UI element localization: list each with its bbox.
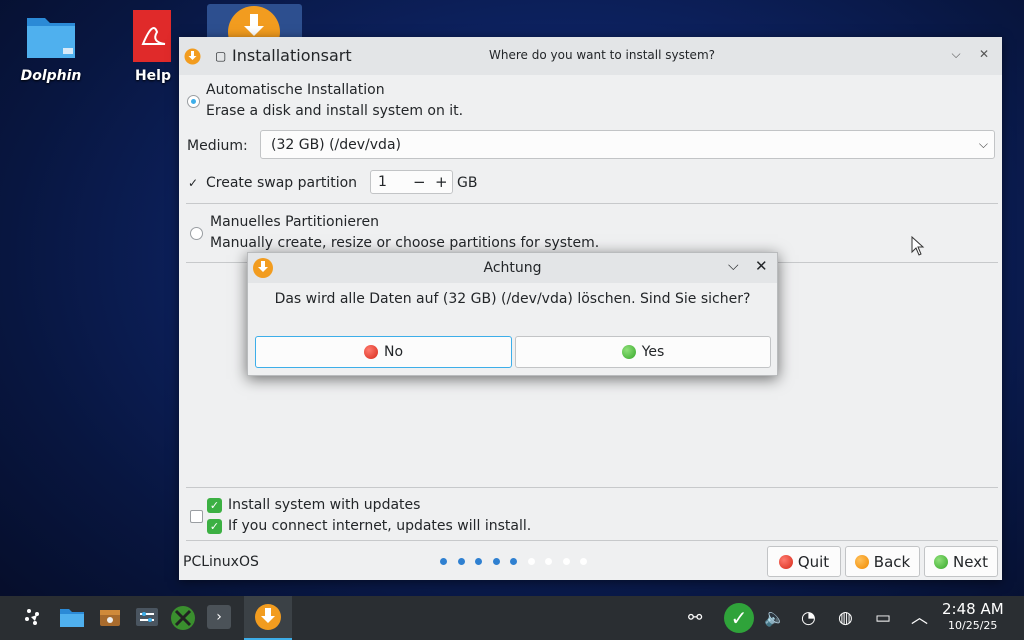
pin-icon[interactable]: ▢	[215, 49, 226, 63]
updates-checkbox[interactable]	[190, 510, 203, 523]
window-titlebar[interactable]: ▢ Installationsart Where do you want to …	[179, 37, 1002, 75]
close-icon[interactable]: ✕	[975, 47, 993, 65]
bluetooth-share-icon[interactable]: ⚯	[688, 608, 702, 628]
chevron-up-icon[interactable]: ︿	[911, 608, 928, 628]
dialog-titlebar[interactable]: Achtung ⌵ ✕	[248, 253, 777, 283]
installer-icon	[228, 6, 280, 37]
minimize-icon[interactable]: ⌵	[728, 258, 739, 274]
no-button[interactable]: No	[255, 336, 512, 368]
installer-icon	[255, 604, 281, 630]
updates-line2: If you connect internet, updates will in…	[228, 518, 532, 534]
red-ball-icon	[363, 345, 378, 359]
file-manager-icon[interactable]	[59, 605, 85, 631]
next-button[interactable]: Next	[924, 546, 998, 577]
yes-button[interactable]: Yes	[515, 336, 771, 368]
dialog-title: Achtung	[483, 260, 542, 276]
display-icon[interactable]: ▭	[875, 608, 891, 628]
manual-partition-radio[interactable]	[190, 227, 203, 240]
next-label: Next	[953, 552, 988, 571]
back-label: Back	[873, 552, 911, 571]
step-dot	[510, 558, 517, 565]
manual-partition-label: Manuelles Partitionieren	[210, 214, 379, 230]
chevron-down-icon: ⌵	[978, 137, 988, 151]
orange-ball-icon	[854, 554, 869, 569]
brand-label: PCLinuxOS	[183, 554, 259, 570]
volume-icon[interactable]: 🔈	[764, 608, 785, 628]
manual-partition-desc: Manually create, resize or choose partit…	[210, 235, 600, 251]
tools-icon[interactable]	[170, 605, 196, 631]
quit-label: Quit	[797, 552, 830, 571]
green-ball-icon	[621, 345, 636, 359]
desktop-icon-help[interactable]: Help	[118, 10, 188, 84]
swap-size-stepper[interactable]: 1 − +	[370, 170, 453, 194]
dialog-message: Das wird alle Daten auf (32 GB) (/dev/vd…	[274, 291, 751, 307]
step-dot	[457, 558, 465, 565]
medium-label: Medium:	[187, 138, 248, 154]
power-management-icon[interactable]: ◔	[801, 608, 816, 628]
medium-select[interactable]: (32 GB) (/dev/vda) ⌵	[260, 130, 995, 159]
desktop-icon-installer-partial[interactable]	[207, 4, 302, 37]
step-dot	[475, 558, 482, 565]
check-mark-icon: ✓	[207, 498, 222, 513]
swap-size-value: 1	[378, 174, 387, 190]
auto-install-desc: Erase a disk and install system on it.	[206, 103, 464, 119]
clock-date[interactable]: 10/25/25	[948, 619, 997, 632]
auto-install-radio[interactable]	[187, 95, 200, 108]
step-dot	[562, 558, 570, 565]
step-dot	[527, 558, 535, 565]
window-title: Installationsart	[232, 46, 352, 65]
step-dot	[492, 558, 500, 565]
folder-icon	[27, 18, 75, 58]
package-manager-icon[interactable]	[97, 605, 123, 631]
desktop-icon-label: Help	[134, 68, 172, 84]
swap-label: Create swap partition	[206, 175, 358, 191]
step-dot	[440, 558, 447, 565]
yes-label: Yes	[641, 344, 665, 360]
desktop-icon-label: Dolphin	[20, 68, 82, 84]
step-dot	[545, 558, 552, 565]
auto-install-label: Automatische Installation	[206, 82, 385, 98]
swap-checkbox[interactable]: ✓	[187, 177, 199, 189]
decrement-button[interactable]: −	[413, 173, 426, 191]
quit-button[interactable]: Quit	[767, 546, 841, 577]
divider	[186, 540, 998, 541]
confirm-dialog: Achtung ⌵ ✕ Das wird alle Daten auf (32 …	[247, 252, 778, 376]
updates-line1: Install system with updates	[228, 497, 421, 513]
step-dot	[580, 558, 587, 565]
clock-time[interactable]: 2:48 AM	[942, 600, 1004, 618]
back-button[interactable]: Back	[845, 546, 920, 577]
pdf-help-icon	[133, 10, 171, 62]
cursor-icon	[911, 236, 925, 256]
red-ball-icon	[778, 554, 793, 569]
divider	[186, 487, 998, 488]
no-label: No	[383, 344, 404, 360]
network-globe-icon[interactable]: ◍	[838, 608, 853, 628]
update-status-icon[interactable]: ✓	[724, 603, 754, 633]
settings-panel-icon[interactable]	[134, 605, 160, 631]
app-launcher-icon[interactable]	[20, 605, 46, 631]
terminal-icon[interactable]: ›	[207, 605, 231, 629]
swap-unit: GB	[457, 175, 478, 191]
taskbar-item-installer[interactable]	[244, 596, 292, 640]
close-icon[interactable]: ✕	[755, 257, 768, 275]
medium-value: (32 GB) (/dev/vda)	[271, 137, 401, 153]
minimize-icon[interactable]: ⌵	[947, 47, 965, 65]
green-ball-icon	[934, 554, 949, 569]
taskbar: › ⚯ ✓ 🔈 ◔ ◍ ▭ ︿ 2:48 AM 10/25/25	[0, 596, 1024, 640]
increment-button[interactable]: +	[435, 173, 448, 191]
check-mark-icon: ✓	[207, 519, 222, 534]
window-subtitle: Where do you want to install system?	[489, 48, 715, 62]
desktop-icon-dolphin[interactable]: Dolphin	[16, 10, 86, 84]
installer-icon	[184, 48, 201, 65]
divider	[186, 203, 998, 204]
